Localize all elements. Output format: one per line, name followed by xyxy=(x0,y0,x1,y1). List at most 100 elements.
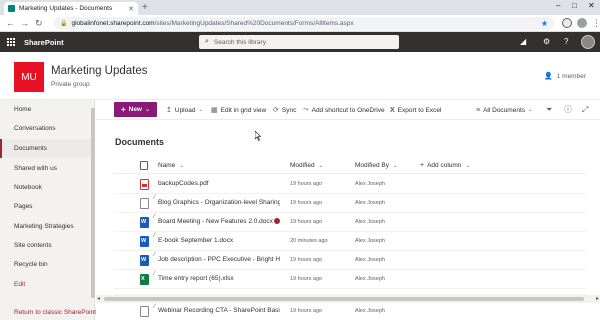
file-name-link[interactable]: E-book September 1.docx xyxy=(158,237,280,244)
search-input[interactable]: ⌕ Search this library xyxy=(199,35,399,49)
modified-by-value[interactable]: Alex Joseph xyxy=(355,238,385,244)
file-name-link[interactable]: backupCodes.pdf xyxy=(158,180,280,187)
close-window-icon[interactable]: ✕ xyxy=(588,1,595,10)
settings-gear-icon[interactable]: ⚙ xyxy=(543,37,550,47)
new-item-indicator-icon: ⁄ xyxy=(154,214,156,220)
scroll-left-icon[interactable]: ◂ xyxy=(97,295,100,303)
sharepoint-favicon-icon xyxy=(8,5,15,12)
megaphone-icon[interactable]: ◢ xyxy=(520,37,526,47)
profile-avatar-icon[interactable] xyxy=(577,18,587,28)
table-row[interactable]: ⁄ Webinar Recording CTA - SharePoint Bas… xyxy=(114,303,586,320)
expand-icon[interactable]: ⤢ xyxy=(582,105,588,114)
table-row[interactable]: backupCodes.pdf 19 hours ago Alex Joseph xyxy=(114,175,586,194)
modified-by-value[interactable]: Alex Joseph xyxy=(355,219,385,225)
nav-item-notebook[interactable]: Notebook xyxy=(0,178,94,197)
nav-edit-link[interactable]: Edit xyxy=(0,275,94,294)
name-column-header[interactable]: Name ⌄ xyxy=(158,162,184,169)
nav-item-conversations[interactable]: Conversations xyxy=(0,119,94,138)
file-name-link[interactable]: Job description - PPC Executive - Bright… xyxy=(158,256,280,263)
nav-item-shared-with-us[interactable]: Shared with us xyxy=(0,159,94,178)
sync-button[interactable]: ⟳ Sync xyxy=(273,103,296,117)
table-row[interactable]: X ⁄ Time entry report (65).xlsx 19 hours… xyxy=(114,270,586,289)
nav-item-home[interactable]: Home xyxy=(0,100,94,119)
new-tab-icon[interactable]: + xyxy=(142,2,148,13)
bookmark-star-icon[interactable]: ★ xyxy=(541,19,548,28)
modified-by-column-header[interactable]: Modified By ⌄ xyxy=(355,162,398,169)
file-name-link[interactable]: Time entry report (65).xlsx xyxy=(158,275,280,282)
user-avatar[interactable] xyxy=(581,35,595,49)
reload-icon[interactable]: ↻ xyxy=(35,18,43,28)
sharepoint-app-name[interactable]: SharePoint xyxy=(24,38,64,47)
scroll-right-icon[interactable]: ▸ xyxy=(596,295,599,303)
file-name-link[interactable]: Blog Graphics - Organization-level Shari… xyxy=(158,199,280,206)
nav-scrollbar[interactable] xyxy=(91,100,95,300)
table-row[interactable]: W ⁄ Board Meeting - New Features 2.0.doc… xyxy=(114,213,586,232)
export-excel-label: Export to Excel xyxy=(397,106,442,114)
browser-tab[interactable]: Marketing Updates - Documents ✕ xyxy=(4,2,138,15)
modified-column-label: Modified xyxy=(290,162,315,169)
edit-grid-view-button[interactable]: ▦ Edit in grid view xyxy=(211,103,266,117)
extension-icon[interactable] xyxy=(562,18,572,28)
maximize-icon[interactable]: □ xyxy=(572,1,577,10)
site-subtitle: Private group xyxy=(51,81,90,88)
forward-icon[interactable]: → xyxy=(20,18,29,28)
nav-item-site-contents[interactable]: Site contents xyxy=(0,236,94,255)
table-header: Name ⌄ Modified ⌄ Modified By ⌄ + Add co… xyxy=(114,158,586,174)
modified-by-value[interactable]: Alex Joseph xyxy=(355,276,385,282)
browser-menu-icon[interactable]: ⋮ xyxy=(592,18,600,28)
app-launcher-icon[interactable] xyxy=(7,38,15,46)
modified-by-column-label: Modified By xyxy=(355,162,389,169)
new-item-indicator-icon: ⁄ xyxy=(154,252,156,258)
search-icon: ⌕ xyxy=(205,38,209,45)
address-bar[interactable]: 🔒 globalinfonet.sharepoint.com /sites/Ma… xyxy=(54,17,554,30)
table-row[interactable]: W ⁄ E-book September 1.docx 20 minutes a… xyxy=(114,232,586,251)
view-selector-label: All Documents xyxy=(483,106,525,114)
filter-icon[interactable]: ⏷ xyxy=(546,105,552,114)
file-name-link[interactable]: Webinar Recording CTA - SharePoint Basic… xyxy=(158,307,280,314)
modified-by-value[interactable]: Alex Joseph xyxy=(355,308,385,314)
modified-column-header[interactable]: Modified ⌄ xyxy=(290,162,323,169)
minimize-icon[interactable]: – xyxy=(556,1,560,10)
scrollbar-thumb[interactable] xyxy=(104,297,584,301)
lock-icon[interactable]: 🔒 xyxy=(60,20,67,27)
modified-by-value[interactable]: Alex Joseph xyxy=(355,200,385,206)
member-count[interactable]: 👤 1 member xyxy=(544,72,586,81)
return-to-classic-link[interactable]: Return to classic SharePoint xyxy=(14,309,96,316)
upload-button[interactable]: ↥ Upload ⌄ xyxy=(166,103,203,117)
info-icon[interactable]: ⓘ xyxy=(564,105,572,114)
help-icon[interactable]: ? xyxy=(564,37,568,47)
word-file-icon: W xyxy=(140,255,149,266)
edit-grid-label: Edit in grid view xyxy=(220,106,267,114)
add-column-label: Add column xyxy=(427,162,462,169)
modified-by-value[interactable]: Alex Joseph xyxy=(355,257,385,263)
export-excel-button[interactable]: X Export to Excel xyxy=(390,103,441,117)
table-row[interactable]: W ⁄ Job description - PPC Executive - Br… xyxy=(114,251,586,270)
horizontal-scrollbar[interactable]: ◂ ▸ xyxy=(96,295,600,303)
error-status-icon[interactable] xyxy=(274,218,280,224)
chevron-down-icon: ⌄ xyxy=(179,162,184,169)
modified-value: 19 hours ago xyxy=(290,200,323,206)
plus-icon: + xyxy=(120,105,126,114)
add-column-button[interactable]: + Add column ⌄ xyxy=(420,162,470,169)
close-tab-icon[interactable]: ✕ xyxy=(128,5,134,13)
add-shortcut-button[interactable]: ⤳ Add shortcut to OneDrive xyxy=(303,103,385,117)
modified-by-value[interactable]: Alex Joseph xyxy=(355,181,385,187)
search-placeholder: Search this library xyxy=(213,38,266,46)
new-button[interactable]: + New ⌄ xyxy=(114,102,157,117)
site-title[interactable]: Marketing Updates xyxy=(51,65,148,77)
back-icon[interactable]: ← xyxy=(6,18,15,28)
file-type-column-icon[interactable] xyxy=(140,161,148,170)
person-icon: 👤 xyxy=(544,73,553,80)
file-name-link[interactable]: Board Meeting - New Features 2.0.docx xyxy=(158,218,280,225)
nav-item-marketing-strategies[interactable]: Marketing Strategies xyxy=(0,217,94,236)
view-selector[interactable]: ≡ All Documents ⌄ xyxy=(476,103,533,117)
site-header: MU Marketing Updates Private group 👤 1 m… xyxy=(0,52,600,100)
nav-item-documents[interactable]: Documents xyxy=(0,139,94,158)
page-file-icon xyxy=(140,306,149,317)
nav-item-pages[interactable]: Pages xyxy=(0,197,94,216)
site-logo[interactable]: MU xyxy=(14,62,44,92)
modified-value: 20 minutes ago xyxy=(290,238,328,244)
new-button-label: New xyxy=(128,106,142,113)
table-row[interactable]: ⁄ Blog Graphics - Organization-level Sha… xyxy=(114,194,586,213)
nav-item-recycle-bin[interactable]: Recycle bin xyxy=(0,255,94,274)
